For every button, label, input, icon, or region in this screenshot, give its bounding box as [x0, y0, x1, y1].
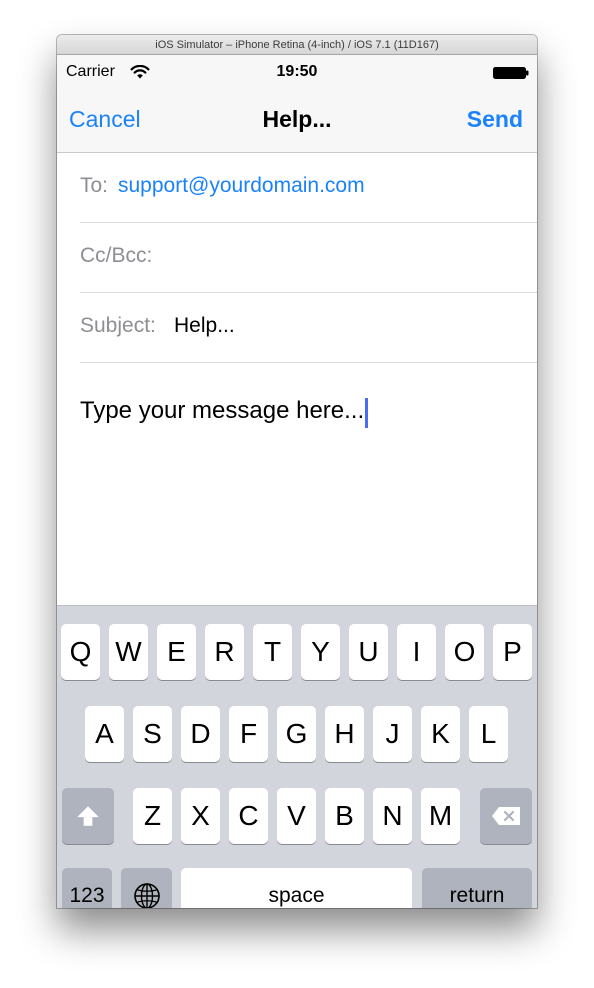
key-f[interactable]: F [229, 706, 268, 762]
key-j[interactable]: J [373, 706, 412, 762]
message-body-text: Type your message here... [80, 397, 365, 424]
delete-key[interactable] [480, 788, 532, 844]
key-b[interactable]: B [325, 788, 364, 844]
to-recipient[interactable]: support@yourdomain.com [118, 174, 365, 198]
key-s[interactable]: S [133, 706, 172, 762]
space-key[interactable]: space [181, 868, 412, 908]
key-t[interactable]: T [253, 624, 292, 680]
send-button[interactable]: Send [467, 106, 523, 133]
key-l[interactable]: L [469, 706, 508, 762]
key-a[interactable]: A [85, 706, 124, 762]
key-h[interactable]: H [325, 706, 364, 762]
subject-input[interactable]: Help... [174, 314, 235, 338]
key-x[interactable]: X [181, 788, 220, 844]
key-k[interactable]: K [421, 706, 460, 762]
key-d[interactable]: D [181, 706, 220, 762]
key-v[interactable]: V [277, 788, 316, 844]
key-o[interactable]: O [445, 624, 484, 680]
window-titlebar[interactable]: iOS Simulator – iPhone Retina (4-inch) /… [57, 35, 537, 55]
key-y[interactable]: Y [301, 624, 340, 680]
numbers-key[interactable]: 123 [62, 868, 112, 908]
key-n[interactable]: N [373, 788, 412, 844]
globe-key[interactable] [121, 868, 172, 908]
key-m[interactable]: M [421, 788, 460, 844]
key-e[interactable]: E [157, 624, 196, 680]
ccbcc-field[interactable]: Cc/Bcc: [80, 223, 537, 293]
shift-key[interactable] [62, 788, 114, 844]
to-field[interactable]: To: support@yourdomain.com [80, 153, 537, 223]
simulator-window: iOS Simulator – iPhone Retina (4-inch) /… [57, 35, 537, 908]
key-w[interactable]: W [109, 624, 148, 680]
key-g[interactable]: G [277, 706, 316, 762]
text-cursor [365, 398, 368, 428]
status-time: 19:50 [276, 63, 318, 80]
navigation-bar: Cancel Help... Send [57, 91, 537, 153]
status-bar: Carrier 19:50 [57, 55, 537, 91]
key-u[interactable]: U [349, 624, 388, 680]
keyboard: 123 space return QWERTYUIOP ASDFGHJKL ZXCV… [57, 605, 537, 908]
key-q[interactable]: Q [61, 624, 100, 680]
key-i[interactable]: I [397, 624, 436, 680]
phone-screen: Carrier 19:50 Cancel Help... Send To: su… [57, 55, 537, 908]
key-c[interactable]: C [229, 788, 268, 844]
to-label: To: [80, 174, 109, 197]
ccbcc-label: Cc/Bcc: [80, 244, 153, 267]
key-z[interactable]: Z [133, 788, 172, 844]
key-r[interactable]: R [205, 624, 244, 680]
delete-icon [492, 807, 520, 825]
key-p[interactable]: P [493, 624, 532, 680]
ccbcc-input[interactable] [164, 244, 524, 270]
window-title: iOS Simulator – iPhone Retina (4-inch) /… [155, 39, 439, 51]
battery-icon [493, 67, 529, 79]
globe-icon [133, 883, 160, 908]
message-body[interactable]: Type your message here... [80, 385, 520, 605]
return-key[interactable]: return [422, 868, 532, 908]
subject-label: Subject: [80, 314, 156, 337]
subject-field[interactable]: Subject: Help... [80, 293, 537, 363]
shift-icon [77, 806, 99, 826]
cancel-button[interactable]: Cancel [69, 106, 141, 133]
